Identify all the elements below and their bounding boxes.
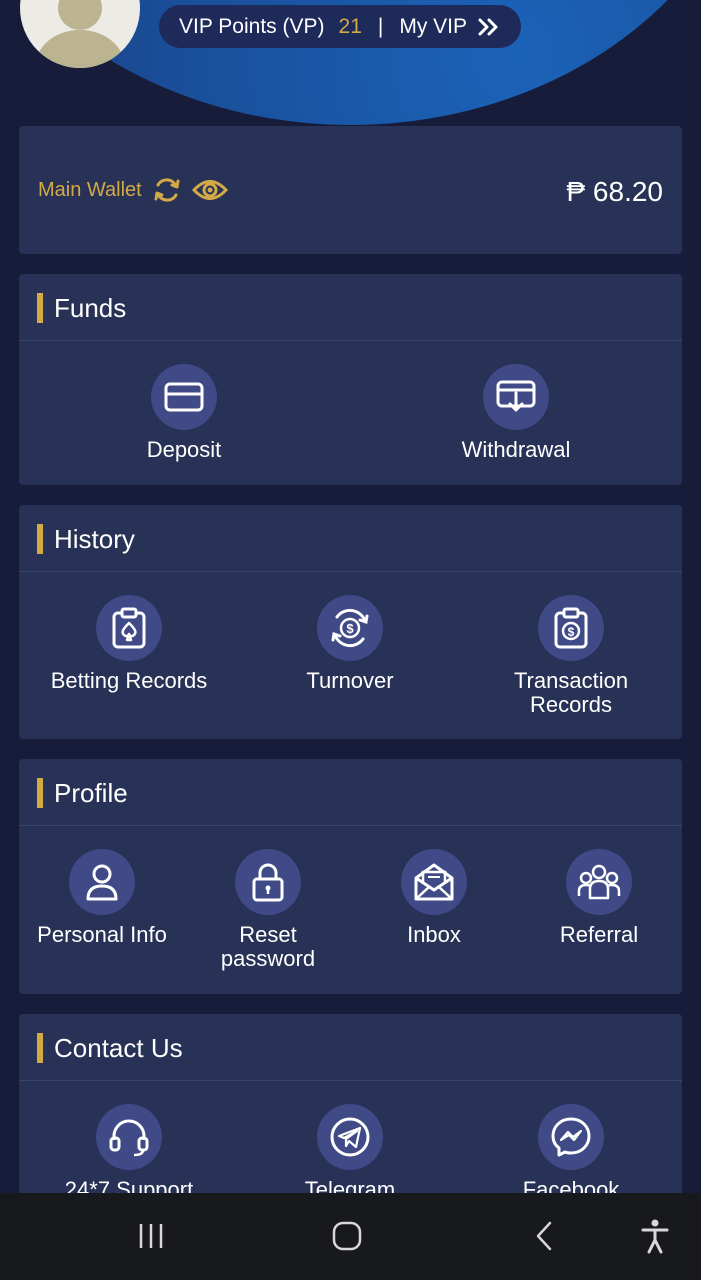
messenger-icon (551, 1117, 591, 1157)
profile-title: Profile (37, 777, 128, 809)
spade-clipboard-icon (112, 607, 146, 649)
personal-info-button[interactable]: Personal Info (19, 849, 185, 947)
support-icon-circle (96, 1104, 162, 1170)
contact-title-text: Contact Us (54, 1032, 183, 1063)
personal-info-icon-circle (69, 849, 135, 915)
dollar-clipboard-icon: $ (554, 607, 588, 649)
lock-icon (252, 863, 284, 902)
turnover-label: Turnover (306, 668, 394, 693)
main-wallet-label: Main Wallet (38, 178, 142, 201)
turnover-icon-circle: $ (317, 595, 383, 661)
history-title: History (37, 523, 135, 555)
section-accent-bar (37, 778, 43, 808)
recent-apps-button[interactable] (126, 1211, 176, 1261)
vip-separator: | (377, 14, 384, 38)
inbox-label: Inbox (407, 922, 461, 947)
betting-records-button[interactable]: Betting Records (29, 595, 229, 693)
coin-cycle-icon: $ (331, 608, 369, 648)
double-chevron-right-icon (478, 18, 498, 35)
group-icon (577, 864, 621, 900)
telegram-icon (330, 1117, 370, 1157)
section-accent-bar (37, 524, 43, 554)
mail-icon (414, 863, 454, 901)
reset-password-icon-circle (235, 849, 301, 915)
wallet-label-group: Main Wallet (38, 175, 228, 205)
inbox-icon-circle (401, 849, 467, 915)
inbox-button[interactable]: Inbox (351, 849, 517, 947)
withdrawal-icon-circle (483, 364, 549, 430)
vip-points-label: VIP Points (VP) (179, 14, 325, 38)
avatar-body (36, 30, 124, 68)
section-accent-bar (37, 1033, 43, 1063)
contact-title: Contact Us (37, 1032, 183, 1064)
system-navigation-bar (0, 1193, 701, 1280)
home-icon (332, 1221, 362, 1251)
referral-label: Referral (559, 922, 639, 947)
transaction-records-label: Transaction Records (513, 668, 629, 717)
back-icon (536, 1221, 552, 1251)
history-section: History Betting Records $ Turnover $ Tra… (19, 505, 682, 739)
section-divider (19, 1080, 682, 1081)
refresh-icon[interactable] (152, 175, 182, 205)
history-title-text: History (54, 523, 135, 554)
transaction-records-button[interactable]: $ Transaction Records (471, 595, 671, 717)
referral-icon-circle (566, 849, 632, 915)
svg-text:$: $ (346, 621, 354, 636)
accessibility-icon (641, 1219, 669, 1254)
section-divider (19, 571, 682, 572)
betting-records-label: Betting Records (50, 668, 208, 693)
funds-section: Funds Deposit Withdrawal (19, 274, 682, 485)
avatar[interactable] (20, 0, 140, 68)
personal-info-label: Personal Info (37, 922, 167, 947)
withdrawal-button[interactable]: Withdrawal (416, 364, 616, 462)
card-icon (164, 382, 204, 412)
headset-icon (109, 1119, 149, 1157)
main-wallet-card: Main Wallet ₱ 68.20 (19, 126, 682, 254)
funds-title: Funds (37, 292, 126, 324)
section-accent-bar (37, 293, 43, 323)
referral-button[interactable]: Referral (516, 849, 682, 947)
reset-password-label: Reset password (220, 922, 316, 971)
profile-title-text: Profile (54, 777, 128, 808)
vip-pill[interactable]: VIP Points (VP) 21 | My VIP (159, 5, 522, 48)
avatar-head (58, 0, 102, 30)
telegram-button[interactable]: Telegram (250, 1104, 450, 1202)
support-button[interactable]: 24*7 Support (29, 1104, 229, 1202)
telegram-icon-circle (317, 1104, 383, 1170)
section-divider (19, 340, 682, 341)
withdraw-icon (496, 380, 536, 412)
vip-points-value: 21 (338, 14, 362, 38)
profile-section: Profile Personal Info Reset password Inb… (19, 759, 682, 994)
transaction-records-icon-circle: $ (538, 595, 604, 661)
withdrawal-label: Withdrawal (461, 437, 571, 462)
deposit-icon-circle (151, 364, 217, 430)
section-divider (19, 825, 682, 826)
home-button[interactable] (322, 1211, 372, 1261)
recent-apps-icon (139, 1224, 163, 1248)
betting-records-icon-circle (96, 595, 162, 661)
reset-password-button[interactable]: Reset password (185, 849, 351, 971)
facebook-button[interactable]: Facebook (471, 1104, 671, 1202)
back-button[interactable] (519, 1211, 569, 1261)
svg-text:$: $ (568, 625, 575, 639)
wallet-balance: ₱ 68.20 (566, 176, 663, 207)
funds-title-text: Funds (54, 292, 127, 323)
turnover-button[interactable]: $ Turnover (250, 595, 450, 693)
accessibility-button[interactable] (630, 1211, 680, 1261)
facebook-icon-circle (538, 1104, 604, 1170)
deposit-label: Deposit (146, 437, 222, 462)
my-vip-link[interactable]: My VIP (399, 15, 467, 39)
user-icon (86, 864, 118, 901)
deposit-button[interactable]: Deposit (84, 364, 284, 462)
eye-icon[interactable] (191, 177, 228, 203)
